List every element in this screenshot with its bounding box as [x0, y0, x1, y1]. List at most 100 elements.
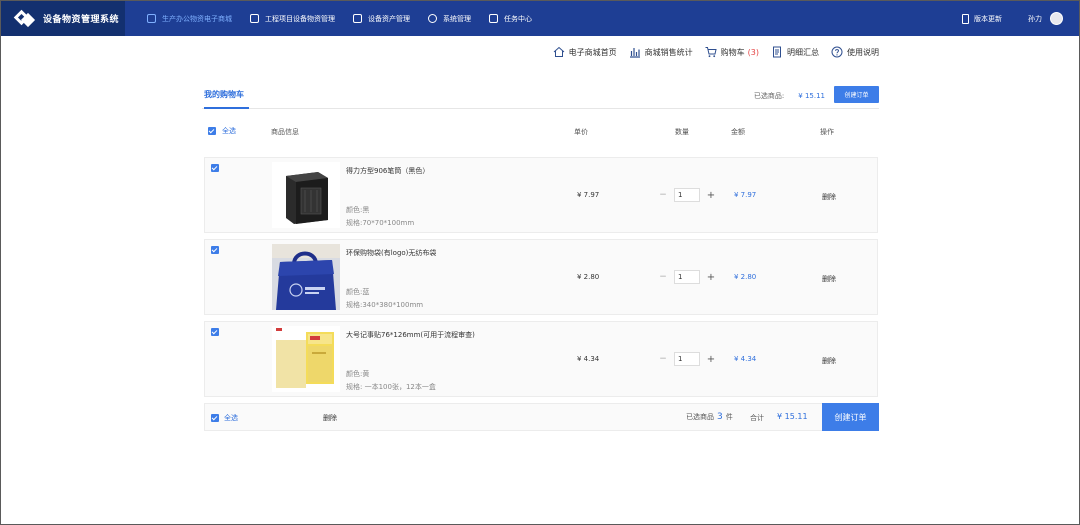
brand[interactable]: 设备物资管理系统: [1, 1, 125, 36]
logo-icon: [13, 9, 36, 27]
cart-item: 大号记事贴76*126mm(可用于流程审查) 颜色:黄 规格: 一本100张，1…: [204, 321, 878, 397]
main-nav: 生产办公物资电子商城 工程项目设备物资管理 设备资产管理 系统管理 任务中心: [147, 1, 550, 36]
cart-tabs: 我的购物车 已选商品: ¥ 15.11 创建订单: [202, 79, 879, 109]
database-icon: [353, 14, 362, 23]
nav-item-tasks[interactable]: 任务中心: [489, 14, 532, 24]
top-summary: 已选商品: ¥ 15.11: [754, 91, 825, 101]
product-color: 颜色:蓝: [346, 288, 370, 296]
product-name[interactable]: 环保购物袋(有logo)无纺布袋: [346, 248, 436, 258]
nav-item-project[interactable]: 工程项目设备物资管理: [250, 14, 335, 24]
subnav-label: 电子商城首页: [568, 47, 617, 57]
pen-holder-picture: [272, 162, 340, 228]
avatar[interactable]: [1050, 12, 1063, 25]
top-navigation-bar: 设备物资管理系统 生产办公物资电子商城 工程项目设备物资管理 设备资产管理 系统…: [1, 1, 1079, 36]
create-order-button-top[interactable]: 创建订单: [834, 86, 879, 103]
header-action: 操作: [820, 128, 834, 136]
quantity-stepper: − 1 +: [658, 352, 716, 366]
settings-icon: [428, 14, 437, 23]
mall-subnav: 电子商城首页 商城销售统计 购物车 (3) 明细汇总 使用说明: [541, 42, 879, 62]
selected-count: 3: [717, 412, 723, 422]
subnav-label: 明细汇总: [787, 47, 819, 57]
select-all-checkbox[interactable]: [208, 127, 216, 135]
item-amount: ¥ 2.80: [734, 273, 757, 281]
decrease-button[interactable]: −: [658, 190, 668, 200]
header-unit-price: 单价: [574, 128, 588, 136]
increase-button[interactable]: +: [706, 272, 716, 283]
quantity-input[interactable]: 1: [674, 188, 700, 202]
table-header: 全选 商品信息 单价 数量 金额 操作: [202, 123, 879, 141]
unit-price: ¥ 2.80: [577, 273, 600, 281]
quantity-input[interactable]: 1: [674, 270, 700, 284]
product-color: 颜色:黄: [346, 370, 370, 378]
nav-label: 任务中心: [504, 14, 532, 23]
subnav-cart[interactable]: 购物车 (3): [705, 46, 759, 58]
task-icon: [489, 14, 498, 23]
shopping-bag-icon: [147, 14, 156, 23]
cart-item: 得力方型906笔筒（黑色） 颜色:黑 规格:70*70*100mm ¥ 7.97…: [204, 157, 878, 233]
cart-footer: 全选 删除 已选商品 3 件 合计 ¥ 15.11 创建订单: [204, 403, 879, 431]
delete-link[interactable]: 删除: [822, 274, 836, 284]
select-all-label[interactable]: 全选: [222, 126, 236, 136]
unit-price: ¥ 4.34: [577, 355, 600, 363]
version-update-link[interactable]: 版本更新: [974, 14, 1002, 24]
item-checkbox[interactable]: [211, 246, 219, 254]
unit-price: ¥ 7.97: [577, 191, 600, 199]
cart-icon: [705, 47, 717, 58]
app-window: 设备物资管理系统 生产办公物资电子商城 工程项目设备物资管理 设备资产管理 系统…: [0, 0, 1080, 525]
nav-item-system[interactable]: 系统管理: [428, 14, 471, 24]
subnav-help[interactable]: 使用说明: [831, 46, 879, 58]
header-info: 商品信息: [271, 128, 299, 136]
tab-underline: [204, 107, 249, 109]
product-spec: 规格:340*380*100mm: [346, 301, 424, 309]
nav-label: 设备资产管理: [368, 14, 410, 23]
cart-item: 环保购物袋(有logo)无纺布袋 颜色:蓝 规格:340*380*100mm ¥…: [204, 239, 878, 315]
nav-label: 生产办公物资电子商城: [162, 14, 232, 23]
subnav-label: 购物车: [720, 47, 745, 57]
delete-link[interactable]: 删除: [822, 356, 836, 366]
subnav-label: 商城销售统计: [644, 47, 693, 57]
user-name[interactable]: 孙力: [1028, 14, 1042, 24]
increase-button[interactable]: +: [706, 354, 716, 365]
product-spec: 规格:70*70*100mm: [346, 219, 415, 227]
product-name[interactable]: 大号记事贴76*126mm(可用于流程审查): [346, 330, 475, 340]
tab-my-cart[interactable]: 我的购物车: [204, 89, 244, 100]
decrease-button[interactable]: −: [658, 354, 668, 364]
nav-item-mall[interactable]: 生产办公物资电子商城: [147, 14, 232, 24]
top-total-label: 已选商品:: [753, 92, 785, 100]
quantity-input[interactable]: 1: [674, 352, 700, 366]
total-label: 合计: [750, 414, 764, 422]
header-amount: 金额: [731, 128, 745, 136]
footer-select-all-label[interactable]: 全选: [224, 413, 238, 423]
selected-count-text: 已选商品 3 件: [686, 412, 733, 422]
subnav-summary[interactable]: 明细汇总: [771, 46, 819, 58]
cart-count-badge: (3): [747, 47, 759, 57]
item-checkbox[interactable]: [211, 164, 219, 172]
nav-item-assets[interactable]: 设备资产管理: [353, 14, 410, 24]
app-title: 设备物资管理系统: [43, 15, 120, 25]
selected-prefix: 已选商品: [686, 413, 714, 421]
product-image-sticky-notes[interactable]: [272, 326, 340, 392]
subnav-stats[interactable]: 商城销售统计: [629, 46, 693, 58]
footer-delete-link[interactable]: 删除: [323, 413, 337, 423]
create-order-button[interactable]: 创建订单: [822, 403, 879, 431]
product-image-pen-holder[interactable]: [272, 162, 340, 228]
increase-button[interactable]: +: [706, 190, 716, 201]
footer-select-all-checkbox[interactable]: [211, 414, 219, 422]
cart-panel: 我的购物车 已选商品: ¥ 15.11 创建订单 全选 商品信息 单价 数量 金…: [202, 79, 879, 439]
product-name[interactable]: 得力方型906笔筒（黑色）: [346, 166, 429, 176]
top-total-value: ¥ 15.11: [798, 92, 825, 100]
chart-icon: [250, 14, 259, 23]
item-checkbox[interactable]: [211, 328, 219, 336]
delete-link[interactable]: 删除: [822, 192, 836, 202]
subnav-home[interactable]: 电子商城首页: [553, 46, 617, 58]
nav-label: 工程项目设备物资管理: [265, 14, 335, 23]
total-value: ¥ 15.11: [777, 412, 808, 421]
product-image-tote-bag[interactable]: [272, 244, 340, 310]
item-amount: ¥ 7.97: [734, 191, 757, 199]
subnav-label: 使用说明: [847, 47, 879, 57]
top-right-area: 版本更新 孙力: [962, 1, 1063, 36]
version-icon: [962, 13, 969, 24]
item-amount: ¥ 4.34: [734, 355, 757, 363]
sticky-notes-picture: [272, 326, 340, 392]
decrease-button[interactable]: −: [658, 272, 668, 282]
